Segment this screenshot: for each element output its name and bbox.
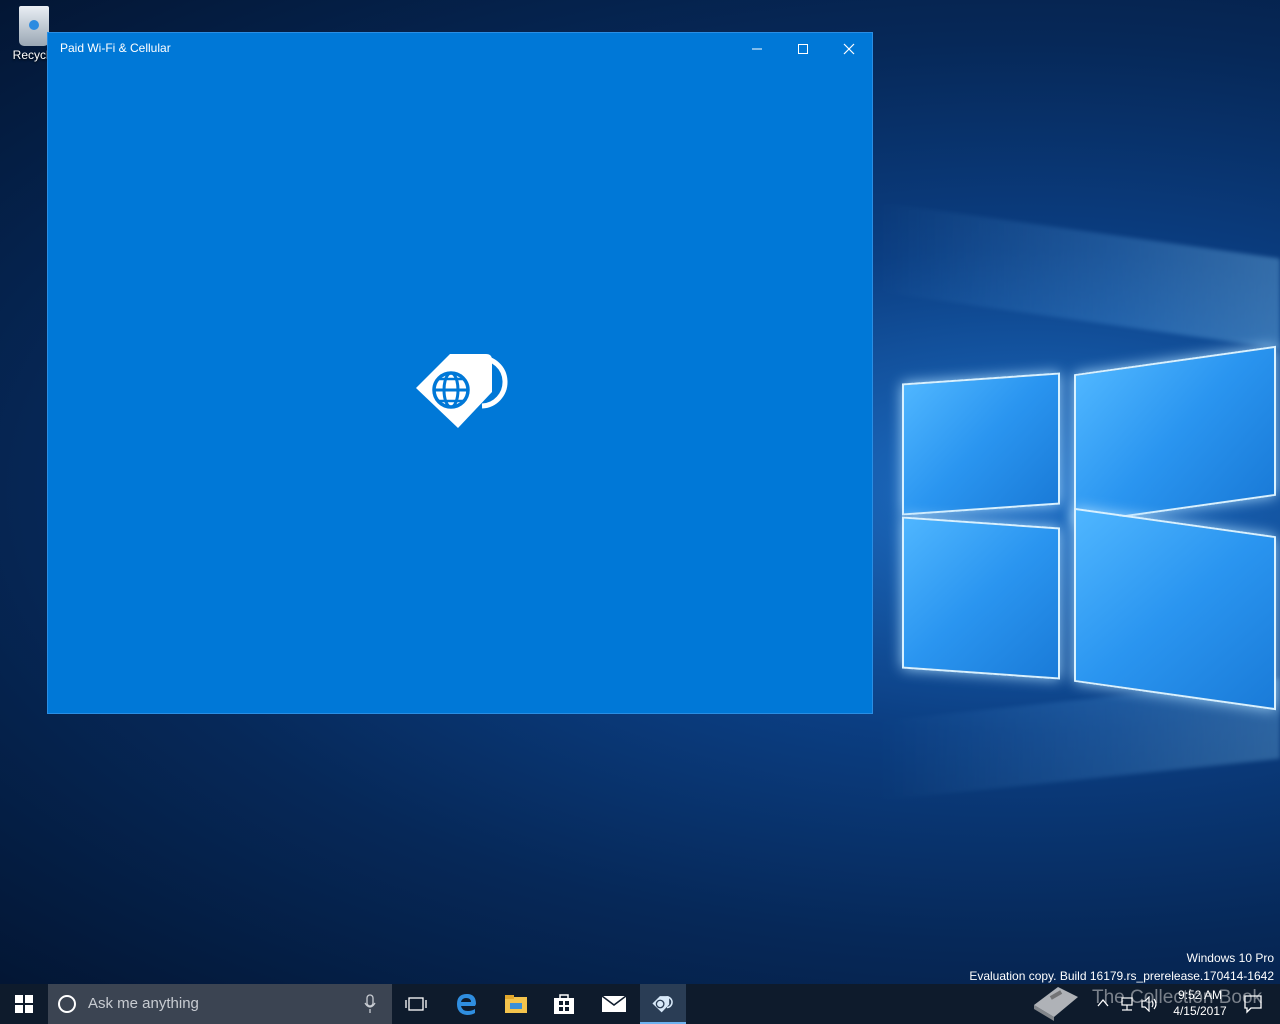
title-bar[interactable]: Paid Wi-Fi & Cellular <box>48 33 872 64</box>
close-button[interactable] <box>826 33 872 64</box>
start-button[interactable] <box>0 984 48 1024</box>
action-center-icon[interactable] <box>1243 994 1263 1014</box>
windows-start-icon <box>15 995 33 1013</box>
system-tray: 9:52 AM 4/15/2017 <box>1085 984 1280 1024</box>
mail-taskbar-button[interactable] <box>590 984 638 1024</box>
app-window[interactable]: Paid Wi-Fi & Cellular <box>47 32 873 714</box>
sim-globe-tag-icon <box>416 354 508 428</box>
minimize-icon <box>752 48 762 49</box>
recycle-bin-icon <box>19 6 49 46</box>
os-edition: Windows 10 Pro <box>1186 951 1274 965</box>
clock-time: 9:52 AM <box>1177 988 1223 1002</box>
chevron-up-icon[interactable] <box>1097 996 1109 1010</box>
minimize-button[interactable] <box>734 33 780 64</box>
os-watermark: Windows 10 Pro Evaluation copy. Build 16… <box>969 949 1274 984</box>
windows-logo-wallpaper <box>874 330 1280 711</box>
store-taskbar-button[interactable] <box>540 984 588 1024</box>
task-view-button[interactable] <box>392 984 440 1024</box>
file-explorer-icon <box>505 995 527 1013</box>
window-title: Paid Wi-Fi & Cellular <box>60 41 171 55</box>
store-icon <box>554 994 574 1014</box>
clock[interactable]: 9:52 AM 4/15/2017 <box>1165 987 1235 1019</box>
os-build: Evaluation copy. Build 16179.rs_prerelea… <box>969 969 1274 983</box>
edge-icon <box>457 994 476 1015</box>
clock-date: 4/15/2017 <box>1173 1004 1227 1018</box>
search-placeholder: Ask me anything <box>88 995 199 1012</box>
light-beam <box>874 201 1280 349</box>
edge-taskbar-button[interactable] <box>442 984 490 1024</box>
paid-wifi-cellular-icon <box>652 996 673 1013</box>
paid-wifi-cellular-taskbar-button[interactable] <box>640 984 686 1024</box>
maximize-icon <box>798 43 808 54</box>
network-icon[interactable] <box>1119 996 1135 1012</box>
maximize-button[interactable] <box>780 33 826 64</box>
microphone-icon[interactable] <box>364 994 376 1014</box>
close-icon <box>843 43 855 54</box>
desktop: Recycle Paid Wi-Fi & Cellular Windows 10… <box>0 0 1280 984</box>
mail-icon <box>601 995 627 1012</box>
file-explorer-taskbar-button[interactable] <box>492 984 540 1024</box>
taskbar: Ask me anything 9:52 AM 4/15/2017 <box>0 984 1280 1024</box>
task-view-icon <box>405 997 427 1011</box>
volume-icon[interactable] <box>1141 996 1159 1012</box>
cortana-search-box[interactable]: Ask me anything <box>48 984 392 1024</box>
cortana-icon <box>58 995 76 1013</box>
